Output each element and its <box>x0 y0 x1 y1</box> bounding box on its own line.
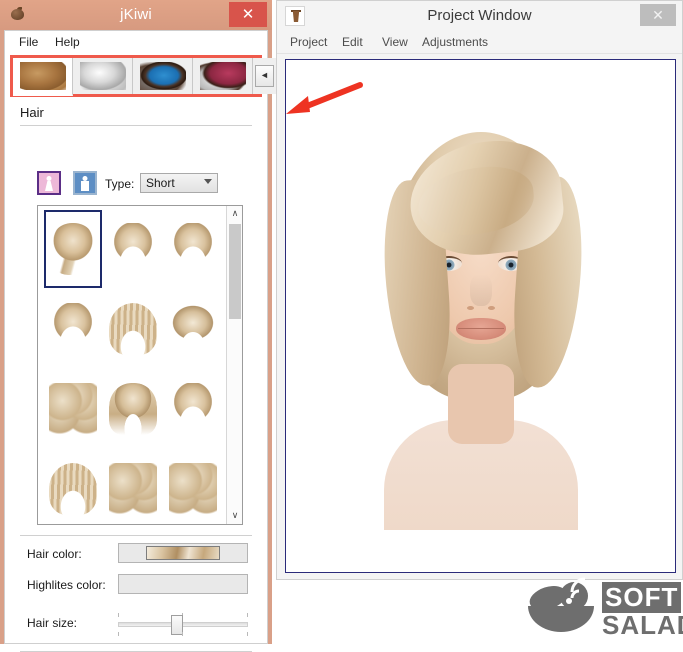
hairstyle-thumbnail <box>109 223 157 275</box>
tab-foundation[interactable] <box>73 58 133 94</box>
hairstyle-grid <box>38 206 227 524</box>
portrait-nostril-right <box>488 306 495 310</box>
hairstyle-item[interactable] <box>164 450 222 525</box>
salad-bowl-wifi-icon <box>524 576 598 636</box>
hair-color-swatch <box>146 546 220 560</box>
scroll-up-icon[interactable]: ∧ <box>227 206 243 222</box>
hairstyle-item[interactable] <box>104 210 162 288</box>
male-figure-icon <box>81 176 89 191</box>
compact-powder-icon <box>80 62 126 90</box>
project-canvas[interactable] <box>285 59 676 573</box>
scrollbar-thumb[interactable] <box>229 224 241 319</box>
hairstyle-thumbnail <box>49 223 97 275</box>
hairstyle-item[interactable] <box>44 290 102 368</box>
hair-size-slider[interactable] <box>118 611 248 637</box>
jkiwi-titlebar[interactable]: jKiwi ✕ <box>0 0 272 30</box>
menu-help[interactable]: Help <box>49 34 86 50</box>
project-window: Project Window ✕ Project Edit View Adjus… <box>276 0 683 580</box>
hairstyle-item[interactable] <box>104 290 162 368</box>
menu-edit[interactable]: Edit <box>337 34 368 50</box>
portrait-nose <box>470 274 492 306</box>
type-label: Type: <box>105 177 134 191</box>
menu-view[interactable]: View <box>377 34 413 50</box>
highlites-color-label: Highlites color: <box>27 578 106 592</box>
jkiwi-window: jKiwi ✕ File Help <box>0 0 272 644</box>
hairstyle-item[interactable] <box>164 370 222 448</box>
hair-color-field[interactable] <box>118 543 248 563</box>
gender-toggle-male[interactable] <box>73 171 97 195</box>
hairstyle-scrollbar[interactable]: ∧ ∨ <box>226 206 242 524</box>
section-title: Hair <box>20 105 44 120</box>
close-icon[interactable]: ✕ <box>229 2 267 27</box>
close-icon[interactable]: ✕ <box>640 4 676 26</box>
section-divider <box>20 125 252 126</box>
hairstyle-thumbnail <box>109 383 157 435</box>
hairstyle-item[interactable] <box>104 370 162 448</box>
hairstyle-thumbnail <box>169 303 217 355</box>
hairstyle-item[interactable] <box>164 290 222 368</box>
hairstyle-thumbnail <box>49 383 97 435</box>
gender-toggle-female[interactable] <box>37 171 61 195</box>
female-figure-icon <box>45 176 53 191</box>
portrait-preview <box>366 84 596 530</box>
hairstyle-thumbnail <box>49 303 97 355</box>
portrait-nostril-left <box>467 306 474 310</box>
portrait-lips <box>456 318 506 340</box>
category-tabstrip: ◄ ► <box>13 58 259 94</box>
tab-eyeshadow[interactable] <box>133 58 193 94</box>
project-titlebar[interactable]: Project Window ✕ <box>277 1 682 31</box>
menu-file[interactable]: File <box>13 34 44 50</box>
hairstyle-item[interactable] <box>44 370 102 448</box>
type-select[interactable]: Short <box>140 173 218 193</box>
portrait-neck <box>448 364 514 444</box>
hairstyle-thumbnail <box>49 463 97 515</box>
hairstyle-item[interactable] <box>44 450 102 525</box>
tab-blush[interactable] <box>193 58 253 94</box>
hair-color-label: Hair color: <box>27 547 82 561</box>
menu-project[interactable]: Project <box>285 34 332 50</box>
hair-icon <box>20 62 66 90</box>
scroll-down-icon[interactable]: ∨ <box>227 508 243 524</box>
portrait-lip-line <box>458 328 504 329</box>
tab-hair[interactable] <box>13 58 73 96</box>
highlites-color-field[interactable] <box>118 574 248 594</box>
controls-divider-top <box>20 535 252 536</box>
hair-size-label: Hair size: <box>27 616 77 630</box>
blue-eyeshadow-icon <box>140 62 186 90</box>
project-window-title: Project Window <box>277 1 682 31</box>
tab-scroll-prev-icon[interactable]: ◄ <box>255 65 274 87</box>
project-menubar: Project Edit View Adjustments <box>277 31 682 54</box>
type-select-value: Short <box>146 176 175 190</box>
hairstyle-listbox[interactable]: ∧ ∨ <box>37 205 243 525</box>
hairstyle-item[interactable] <box>164 210 222 288</box>
category-tabstrip-highlight: ◄ ► <box>10 55 262 97</box>
hairstyle-thumbnail <box>109 303 157 355</box>
hairstyle-item[interactable] <box>104 450 162 525</box>
pink-blush-compact-icon <box>200 62 246 90</box>
hairstyle-thumbnail <box>169 383 217 435</box>
watermark-line1: SOFT <box>602 582 681 613</box>
softsalad-watermark: SOFT SALAD <box>524 576 680 642</box>
hairstyle-thumbnail <box>169 223 217 275</box>
hairstyle-thumbnail <box>109 463 157 515</box>
menu-adjustments[interactable]: Adjustments <box>417 34 493 50</box>
hairstyle-item[interactable] <box>44 210 102 288</box>
jkiwi-menubar: File Help <box>5 31 267 53</box>
hairstyle-thumbnail <box>169 463 217 515</box>
chevron-down-icon <box>204 179 212 184</box>
jkiwi-content: File Help ◄ ► <box>4 30 268 644</box>
watermark-line2: SALAD <box>602 610 683 641</box>
